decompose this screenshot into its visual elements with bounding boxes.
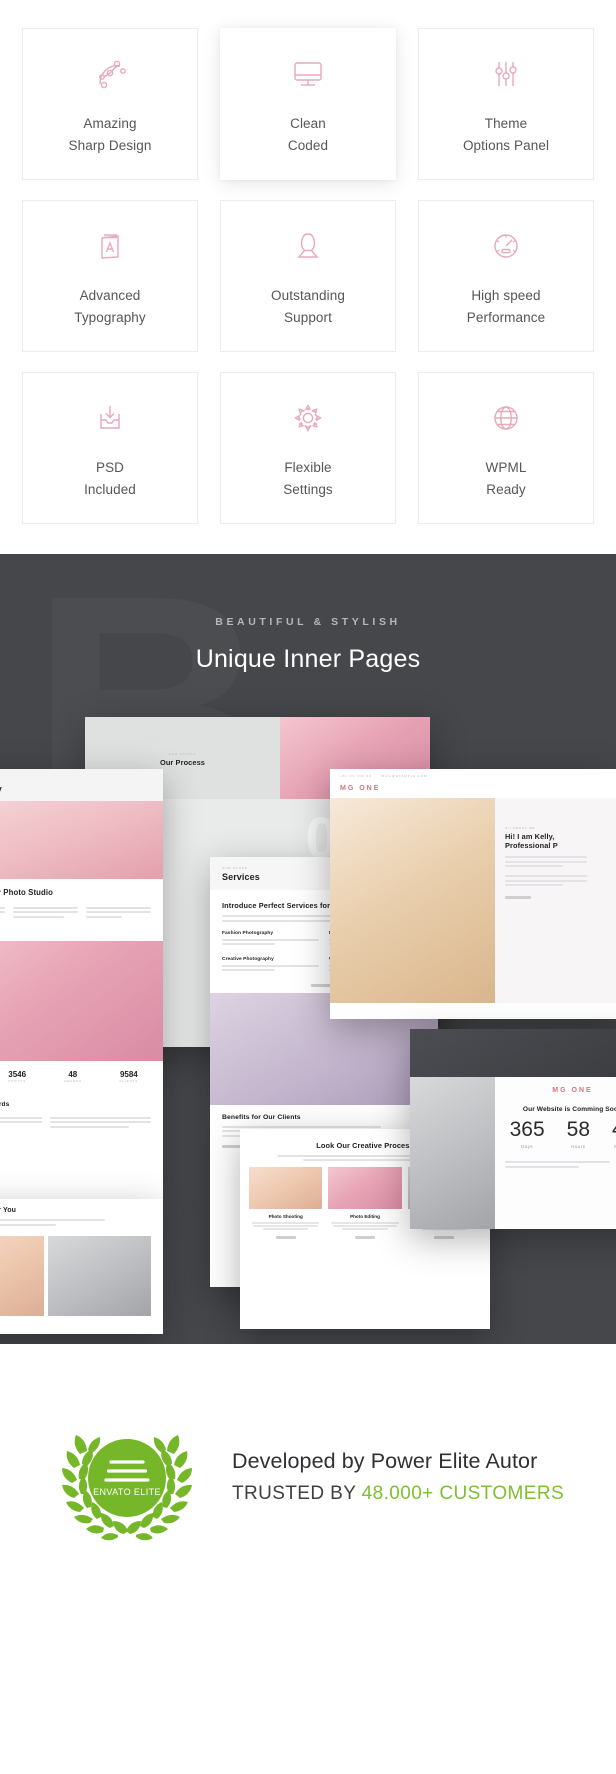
mockup-photo: [0, 941, 163, 1061]
globe-icon: [483, 395, 529, 441]
mockup-photo: [410, 1029, 616, 1077]
mockup-heading: Hi! I am Kelly, Professional P: [505, 832, 558, 850]
mockup-collage: Our Studio Our Process 01 THE FIRST STEP…: [0, 709, 616, 1344]
mockup-service-item: Fashion Photography: [222, 930, 274, 936]
feature-label: Amazing Sharp Design: [68, 116, 152, 153]
envato-badge-label: ENVATO ELITE: [93, 1487, 161, 1497]
showcase-title: Unique Inner Pages: [195, 645, 421, 673]
mockup-logo: MG ONE: [552, 1087, 593, 1094]
feature-card-high-speed-performance[interactable]: High speed Performance: [418, 200, 594, 352]
mockup-heading: Welcome to Our Photo Studio: [0, 888, 54, 897]
envato-subline: TRUSTED BY 48.000+ CUSTOMERS: [232, 1483, 564, 1505]
countdown-label: Minutes: [612, 1144, 616, 1149]
feature-label: Advanced Typography: [74, 288, 146, 325]
mockup-card-title: Photo Shooting: [268, 1214, 303, 1219]
showcase-eyebrow: BEAUTIFUL & STYLISH: [215, 616, 401, 628]
sliders-icon: [483, 51, 529, 97]
showcase-header: BEAUTIFUL & STYLISH Unique Inner Pages: [0, 554, 616, 674]
feature-label: Theme Options Panel: [462, 116, 550, 153]
mockup-photo: [0, 801, 163, 879]
feature-label: PSD Included: [84, 460, 136, 497]
mockup-heading: Our Website is Comming Soon: [522, 1106, 616, 1113]
feature-card-amazing-sharp-design[interactable]: Amazing Sharp Design: [22, 28, 198, 180]
countdown-unit: 45 Minutes: [612, 1119, 616, 1149]
features-grid: Amazing Sharp Design Clean Coded Theme O…: [22, 28, 594, 524]
countdown-value: 45: [612, 1119, 616, 1140]
feature-label: WPML Ready: [485, 460, 527, 497]
mockup-card-title: Photo Editing: [350, 1214, 380, 1219]
mockup-kicker: About Us: [0, 778, 151, 782]
feature-label: High speed Performance: [466, 288, 546, 325]
envato-customer-count: 48.000+ CUSTOMERS: [361, 1483, 565, 1504]
gear-icon: [285, 395, 331, 441]
mockup-stat-value: 9584: [119, 1070, 138, 1079]
countdown-value: 365: [509, 1118, 545, 1141]
mockup-service-item: Creative Photography: [222, 956, 274, 962]
feature-label: Outstanding Support: [271, 288, 345, 325]
mockup-title: Benefits for Our Clients: [222, 1113, 301, 1121]
book-typography-icon: [87, 223, 133, 269]
mockup-coming-soon[interactable]: MG ONE Our Website is Comming Soon 365 D…: [410, 1029, 616, 1229]
feature-label: Clean Coded: [287, 116, 329, 153]
mockup-about-agency[interactable]: About Us About Agency Welcome to Our Pho…: [0, 769, 163, 1199]
mockup-cta-button[interactable]: [505, 896, 531, 899]
speedometer-icon: [483, 223, 529, 269]
mockup-photo: [0, 1236, 44, 1316]
envato-elite-badge: ENVATO ELITE: [52, 1402, 202, 1552]
envato-headline: Developed by Power Elite Autor: [231, 1449, 538, 1473]
mockup-what-we-offer[interactable]: What We Offer for You: [0, 1199, 163, 1334]
mockup-stat-value: 48: [68, 1070, 78, 1079]
feature-card-psd-included[interactable]: PSD Included: [22, 372, 198, 524]
mockup-read-more-button[interactable]: [275, 1235, 296, 1239]
feature-card-flexible-settings[interactable]: Flexible Settings: [220, 372, 396, 524]
showcase-section: B BEAUTIFUL & STYLISH Unique Inner Pages…: [0, 554, 616, 1344]
mockup-process-card[interactable]: Photo Editing: [328, 1167, 402, 1239]
mockup-photo: [410, 1077, 495, 1229]
mockup-read-more-button[interactable]: [434, 1235, 455, 1239]
countdown-label: Days: [521, 1144, 534, 1149]
support-agent-icon: [285, 223, 331, 269]
countdown-value: 58: [566, 1118, 591, 1141]
envato-banner: ENVATO ELITE Developed by Power Elite Au…: [0, 1344, 616, 1604]
mockup-title: Our Process: [159, 757, 206, 767]
mockup-title: About Agency: [0, 784, 151, 794]
mockup-read-more-button[interactable]: [354, 1235, 375, 1239]
mockup-stat-value: 3546: [8, 1070, 27, 1079]
mockup-kicker: Our Studio: [168, 751, 197, 756]
feature-card-advanced-typography[interactable]: Advanced Typography: [22, 200, 198, 352]
countdown-unit: 365 Days: [510, 1119, 545, 1149]
mockup-photo: [47, 1236, 151, 1316]
countdown-unit: 58 Hours: [567, 1119, 590, 1149]
feature-card-clean-coded[interactable]: Clean Coded: [220, 28, 396, 180]
download-tray-icon: [87, 395, 133, 441]
feature-card-outstanding-support[interactable]: Outstanding Support: [220, 200, 396, 352]
bezier-pen-icon: [87, 51, 133, 97]
feature-card-theme-options-panel[interactable]: Theme Options Panel: [418, 28, 594, 180]
envato-trusted-prefix: TRUSTED BY: [231, 1483, 362, 1504]
mockup-title: Exhibitions & Awards: [0, 1101, 10, 1108]
mockup-title: What We Offer for You: [0, 1207, 16, 1214]
envato-text-block: Developed by Power Elite Autor TRUSTED B…: [232, 1449, 564, 1505]
countdown-label: Hours: [571, 1144, 586, 1149]
mockup-kelly-about[interactable]: +61 (0) 000 00 mail@example.com MG ONE H…: [330, 769, 616, 1019]
countdown-timer: 365 Days 58 Hours 45 Minutes: [505, 1113, 616, 1149]
mockup-process-card[interactable]: Photo Shooting: [249, 1167, 323, 1239]
features-section: Amazing Sharp Design Clean Coded Theme O…: [0, 0, 616, 554]
monitor-icon: [285, 51, 331, 97]
laurel-wreath-icon: ENVATO ELITE: [61, 1435, 192, 1541]
mockup-photo: [330, 798, 495, 1003]
feature-card-wpml-ready[interactable]: WPML Ready: [418, 372, 594, 524]
feature-label: Flexible Settings: [283, 460, 333, 497]
mockup-logo: MG ONE: [340, 785, 381, 792]
